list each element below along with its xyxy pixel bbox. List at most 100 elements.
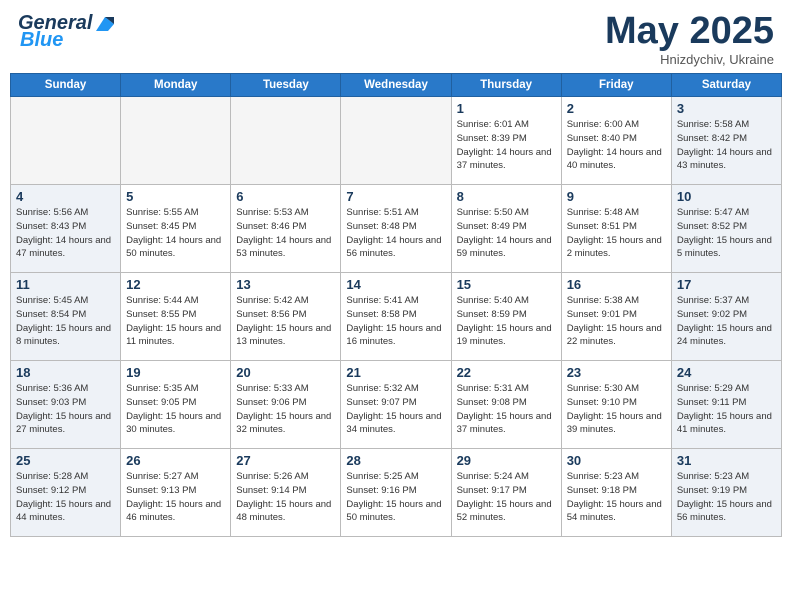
day-number: 21 (346, 365, 445, 380)
day-cell (231, 97, 341, 185)
week-row-5: 25Sunrise: 5:28 AMSunset: 9:12 PMDayligh… (11, 449, 782, 537)
header-tuesday: Tuesday (231, 74, 341, 97)
day-info: Sunrise: 5:41 AMSunset: 8:58 PMDaylight:… (346, 294, 445, 349)
day-cell: 4 Sunrise: 5:56 AMSunset: 8:43 PMDaylight… (11, 185, 121, 273)
day-number: 1 (457, 101, 556, 116)
day-cell: 24 Sunrise: 5:29 AMSunset: 9:11 PMDayligh… (671, 361, 781, 449)
day-info: Sunrise: 5:51 AMSunset: 8:48 PMDaylight:… (346, 206, 445, 261)
day-number: 13 (236, 277, 335, 292)
day-cell: 26 Sunrise: 5:27 AMSunset: 9:13 PMDayligh… (121, 449, 231, 537)
week-row-1: 1 Sunrise: 6:01 AMSunset: 8:39 PMDaylight… (11, 97, 782, 185)
day-info: Sunrise: 6:01 AMSunset: 8:39 PMDaylight:… (457, 118, 556, 173)
day-cell: 30Sunrise: 5:23 AMSunset: 9:18 PMDayligh… (561, 449, 671, 537)
day-number: 28 (346, 453, 445, 468)
week-row-4: 18Sunrise: 5:36 AMSunset: 9:03 PMDayligh… (11, 361, 782, 449)
day-cell: 15Sunrise: 5:40 AMSunset: 8:59 PMDayligh… (451, 273, 561, 361)
day-info: Sunrise: 5:31 AMSunset: 9:08 PMDaylight:… (457, 382, 556, 437)
calendar-table: Sunday Monday Tuesday Wednesday Thursday… (10, 73, 782, 537)
day-info: Sunrise: 5:23 AMSunset: 9:18 PMDaylight:… (567, 470, 666, 525)
header-sunday: Sunday (11, 74, 121, 97)
title-section: May 2025 Hnizdychiv, Ukraine (605, 12, 774, 67)
day-info: Sunrise: 5:27 AMSunset: 9:13 PMDaylight:… (126, 470, 225, 525)
day-cell: 13Sunrise: 5:42 AMSunset: 8:56 PMDayligh… (231, 273, 341, 361)
day-info: Sunrise: 5:47 AMSunset: 8:52 PMDaylight:… (677, 206, 776, 261)
day-number: 10 (677, 189, 776, 204)
day-number: 6 (236, 189, 335, 204)
day-number: 5 (126, 189, 225, 204)
day-number: 25 (16, 453, 115, 468)
day-cell: 3 Sunrise: 5:58 AMSunset: 8:42 PMDaylight… (671, 97, 781, 185)
header-wednesday: Wednesday (341, 74, 451, 97)
day-info: Sunrise: 5:26 AMSunset: 9:14 PMDaylight:… (236, 470, 335, 525)
day-number: 8 (457, 189, 556, 204)
day-info: Sunrise: 5:44 AMSunset: 8:55 PMDaylight:… (126, 294, 225, 349)
day-cell: 5 Sunrise: 5:55 AMSunset: 8:45 PMDaylight… (121, 185, 231, 273)
day-info: Sunrise: 5:37 AMSunset: 9:02 PMDaylight:… (677, 294, 776, 349)
day-info: Sunrise: 5:53 AMSunset: 8:46 PMDaylight:… (236, 206, 335, 261)
day-info: Sunrise: 5:58 AMSunset: 8:42 PMDaylight:… (677, 118, 776, 173)
logo: General Blue (18, 12, 116, 52)
header-monday: Monday (121, 74, 231, 97)
day-cell: 7 Sunrise: 5:51 AMSunset: 8:48 PMDaylight… (341, 185, 451, 273)
day-cell: 10 Sunrise: 5:47 AMSunset: 8:52 PMDayligh… (671, 185, 781, 273)
week-row-2: 4 Sunrise: 5:56 AMSunset: 8:43 PMDaylight… (11, 185, 782, 273)
day-info: Sunrise: 5:24 AMSunset: 9:17 PMDaylight:… (457, 470, 556, 525)
day-info: Sunrise: 5:48 AMSunset: 8:51 PMDaylight:… (567, 206, 666, 261)
header-friday: Friday (561, 74, 671, 97)
day-number: 23 (567, 365, 666, 380)
day-info: Sunrise: 5:55 AMSunset: 8:45 PMDaylight:… (126, 206, 225, 261)
day-info: Sunrise: 6:00 AMSunset: 8:40 PMDaylight:… (567, 118, 666, 173)
day-number: 22 (457, 365, 556, 380)
day-cell: 6 Sunrise: 5:53 AMSunset: 8:46 PMDaylight… (231, 185, 341, 273)
day-cell: 11Sunrise: 5:45 AMSunset: 8:54 PMDayligh… (11, 273, 121, 361)
day-number: 24 (677, 365, 776, 380)
day-cell: 21Sunrise: 5:32 AMSunset: 9:07 PMDayligh… (341, 361, 451, 449)
day-number: 16 (567, 277, 666, 292)
day-cell: 12Sunrise: 5:44 AMSunset: 8:55 PMDayligh… (121, 273, 231, 361)
day-cell: 31Sunrise: 5:23 AMSunset: 9:19 PMDayligh… (671, 449, 781, 537)
day-number: 31 (677, 453, 776, 468)
week-row-3: 11Sunrise: 5:45 AMSunset: 8:54 PMDayligh… (11, 273, 782, 361)
page-header: General Blue May 2025 Hnizdychiv, Ukrain… (0, 0, 792, 73)
day-info: Sunrise: 5:50 AMSunset: 8:49 PMDaylight:… (457, 206, 556, 261)
header-thursday: Thursday (451, 74, 561, 97)
day-number: 4 (16, 189, 115, 204)
day-cell: 20 Sunrise: 5:33 AMSunset: 9:06 PMDayligh… (231, 361, 341, 449)
day-header-row: Sunday Monday Tuesday Wednesday Thursday… (11, 74, 782, 97)
day-cell (341, 97, 451, 185)
month-title: May 2025 (605, 12, 774, 50)
day-number: 7 (346, 189, 445, 204)
day-number: 19 (126, 365, 225, 380)
day-cell (121, 97, 231, 185)
day-info: Sunrise: 5:35 AMSunset: 9:05 PMDaylight:… (126, 382, 225, 437)
day-cell: 18Sunrise: 5:36 AMSunset: 9:03 PMDayligh… (11, 361, 121, 449)
day-cell: 19 Sunrise: 5:35 AMSunset: 9:05 PMDayligh… (121, 361, 231, 449)
day-info: Sunrise: 5:29 AMSunset: 9:11 PMDaylight:… (677, 382, 776, 437)
day-cell: 28 Sunrise: 5:25 AMSunset: 9:16 PMDayligh… (341, 449, 451, 537)
day-number: 18 (16, 365, 115, 380)
day-cell: 14Sunrise: 5:41 AMSunset: 8:58 PMDayligh… (341, 273, 451, 361)
day-cell: 16Sunrise: 5:38 AMSunset: 9:01 PMDayligh… (561, 273, 671, 361)
day-cell: 29 Sunrise: 5:24 AMSunset: 9:17 PMDayligh… (451, 449, 561, 537)
day-number: 17 (677, 277, 776, 292)
day-info: Sunrise: 5:56 AMSunset: 8:43 PMDaylight:… (16, 206, 115, 261)
day-cell: 1 Sunrise: 6:01 AMSunset: 8:39 PMDaylight… (451, 97, 561, 185)
day-number: 20 (236, 365, 335, 380)
day-cell: 2Sunrise: 6:00 AMSunset: 8:40 PMDaylight… (561, 97, 671, 185)
day-number: 29 (457, 453, 556, 468)
day-cell: 8 Sunrise: 5:50 AMSunset: 8:49 PMDaylight… (451, 185, 561, 273)
day-info: Sunrise: 5:33 AMSunset: 9:06 PMDaylight:… (236, 382, 335, 437)
day-number: 26 (126, 453, 225, 468)
day-info: Sunrise: 5:25 AMSunset: 9:16 PMDaylight:… (346, 470, 445, 525)
day-info: Sunrise: 5:45 AMSunset: 8:54 PMDaylight:… (16, 294, 115, 349)
day-cell: 22 Sunrise: 5:31 AMSunset: 9:08 PMDayligh… (451, 361, 561, 449)
day-cell: 17 Sunrise: 5:37 AMSunset: 9:02 PMDayligh… (671, 273, 781, 361)
day-number: 15 (457, 277, 556, 292)
day-cell (11, 97, 121, 185)
day-number: 3 (677, 101, 776, 116)
day-cell: 25Sunrise: 5:28 AMSunset: 9:12 PMDayligh… (11, 449, 121, 537)
day-cell: 23Sunrise: 5:30 AMSunset: 9:10 PMDayligh… (561, 361, 671, 449)
day-cell: 9Sunrise: 5:48 AMSunset: 8:51 PMDaylight… (561, 185, 671, 273)
header-saturday: Saturday (671, 74, 781, 97)
logo-blue: Blue (20, 29, 63, 52)
